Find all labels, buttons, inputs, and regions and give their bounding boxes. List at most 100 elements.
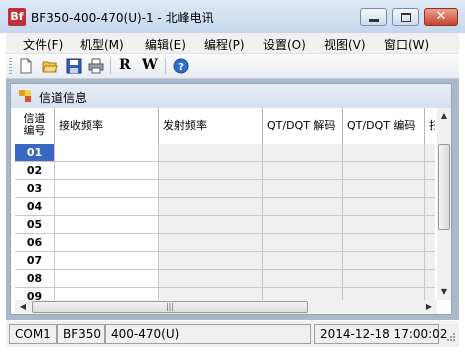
scroll-down-icon[interactable]: ▼: [437, 284, 451, 300]
rx-freq-cell[interactable]: [55, 252, 159, 270]
menu-view[interactable]: 视图(V): [324, 36, 366, 53]
tx-freq-cell[interactable]: [159, 270, 263, 288]
menu-program[interactable]: 编程(P): [204, 36, 245, 53]
scan-cell[interactable]: [425, 216, 435, 234]
menu-settings[interactable]: 设置(O): [263, 36, 306, 53]
tx-freq-cell[interactable]: [159, 216, 263, 234]
qt-decode-cell[interactable]: [263, 270, 343, 288]
open-folder-icon[interactable]: [42, 58, 58, 74]
table-row[interactable]: 05: [15, 216, 435, 234]
col-header-tx-freq[interactable]: 发射频率: [159, 108, 263, 144]
mdi-client-area: 信道信息 信道 编号 接收频率 发射频率 QT/DQT 解码 QT/DQT 编码…: [6, 79, 459, 320]
col-header-scan[interactable]: 扫: [425, 108, 435, 144]
qt-encode-cell[interactable]: [343, 198, 425, 216]
table-row[interactable]: 07: [15, 252, 435, 270]
col-header-qt-encode[interactable]: QT/DQT 编码: [343, 108, 425, 144]
scan-cell[interactable]: [425, 180, 435, 198]
horizontal-scrollbar[interactable]: ◀ ||| ▶: [15, 300, 437, 314]
qt-decode-cell[interactable]: [263, 198, 343, 216]
scan-cell[interactable]: [425, 270, 435, 288]
tx-freq-cell[interactable]: [159, 234, 263, 252]
row-channel-number[interactable]: 03: [15, 180, 55, 198]
scan-cell[interactable]: [425, 234, 435, 252]
close-button[interactable]: ✕: [424, 8, 458, 26]
row-channel-number[interactable]: 05: [15, 216, 55, 234]
qt-decode-cell[interactable]: [263, 162, 343, 180]
row-channel-number[interactable]: 04: [15, 198, 55, 216]
rx-freq-cell[interactable]: [55, 180, 159, 198]
grid-header: 信道 编号 接收频率 发射频率 QT/DQT 解码 QT/DQT 编码 扫: [15, 108, 435, 145]
row-channel-number[interactable]: 08: [15, 270, 55, 288]
tx-freq-cell[interactable]: [159, 198, 263, 216]
scroll-up-icon[interactable]: ▲: [437, 108, 451, 124]
qt-encode-cell[interactable]: [343, 216, 425, 234]
table-row[interactable]: 09: [15, 288, 435, 300]
table-row[interactable]: 04: [15, 198, 435, 216]
save-icon[interactable]: [66, 58, 82, 74]
table-row[interactable]: 02: [15, 162, 435, 180]
col-header-channel[interactable]: 信道 编号: [15, 108, 55, 144]
qt-encode-cell[interactable]: [343, 180, 425, 198]
qt-decode-cell[interactable]: [263, 216, 343, 234]
qt-decode-cell[interactable]: [263, 252, 343, 270]
row-channel-number[interactable]: 07: [15, 252, 55, 270]
scroll-left-icon[interactable]: ◀: [15, 300, 31, 314]
menu-window[interactable]: 窗口(W): [384, 36, 429, 53]
scan-cell[interactable]: [425, 162, 435, 180]
minimize-button[interactable]: [360, 8, 387, 26]
qt-decode-cell[interactable]: [263, 144, 343, 162]
vertical-scrollbar[interactable]: ▲ ▼: [437, 108, 451, 300]
rx-freq-cell[interactable]: [55, 288, 159, 300]
rx-freq-cell[interactable]: [55, 270, 159, 288]
row-channel-number[interactable]: 02: [15, 162, 55, 180]
tx-freq-cell[interactable]: [159, 252, 263, 270]
qt-decode-cell[interactable]: [263, 180, 343, 198]
tx-freq-cell[interactable]: [159, 162, 263, 180]
rx-freq-cell[interactable]: [55, 198, 159, 216]
scroll-right-icon[interactable]: ▶: [421, 300, 437, 314]
qt-encode-cell[interactable]: [343, 252, 425, 270]
rx-freq-cell[interactable]: [55, 234, 159, 252]
qt-encode-cell[interactable]: [343, 162, 425, 180]
menu-model[interactable]: 机型(M): [80, 36, 124, 53]
tx-freq-cell[interactable]: [159, 180, 263, 198]
row-channel-number[interactable]: 09: [15, 288, 55, 300]
menu-file[interactable]: 文件(F): [23, 36, 63, 53]
qt-decode-cell[interactable]: [263, 288, 343, 300]
tx-freq-cell[interactable]: [159, 144, 263, 162]
scan-cell[interactable]: [425, 198, 435, 216]
write-icon[interactable]: W: [142, 57, 158, 73]
horizontal-scroll-thumb[interactable]: |||: [32, 301, 308, 313]
rx-freq-cell[interactable]: [55, 216, 159, 234]
read-icon[interactable]: R: [119, 57, 131, 73]
channel-grid[interactable]: 信道 编号 接收频率 发射频率 QT/DQT 解码 QT/DQT 编码 扫 01…: [15, 108, 435, 300]
qt-encode-cell[interactable]: [343, 288, 425, 300]
qt-decode-cell[interactable]: [263, 234, 343, 252]
rx-freq-cell[interactable]: [55, 162, 159, 180]
row-channel-number[interactable]: 06: [15, 234, 55, 252]
toolbar-grip[interactable]: [9, 58, 12, 74]
row-channel-number[interactable]: 01: [15, 144, 55, 162]
qt-encode-cell[interactable]: [343, 144, 425, 162]
table-row[interactable]: 08: [15, 270, 435, 288]
scan-cell[interactable]: [425, 288, 435, 300]
menu-edit[interactable]: 编辑(E): [145, 36, 186, 53]
col-header-qt-decode[interactable]: QT/DQT 解码: [263, 108, 343, 144]
rx-freq-cell[interactable]: [55, 144, 159, 162]
table-row[interactable]: 03: [15, 180, 435, 198]
vertical-scroll-thumb[interactable]: [438, 144, 450, 230]
qt-encode-cell[interactable]: [343, 270, 425, 288]
qt-encode-cell[interactable]: [343, 234, 425, 252]
help-icon[interactable]: ?: [173, 58, 189, 74]
scan-cell[interactable]: [425, 252, 435, 270]
resize-grip-icon[interactable]: [444, 332, 456, 344]
svg-text:?: ?: [178, 62, 184, 73]
print-icon[interactable]: [88, 58, 104, 74]
new-file-icon[interactable]: [18, 58, 34, 74]
scan-cell[interactable]: [425, 144, 435, 162]
tx-freq-cell[interactable]: [159, 288, 263, 300]
table-row[interactable]: 01: [15, 144, 435, 162]
col-header-rx-freq[interactable]: 接收频率: [55, 108, 159, 144]
maximize-button[interactable]: [392, 8, 419, 26]
table-row[interactable]: 06: [15, 234, 435, 252]
